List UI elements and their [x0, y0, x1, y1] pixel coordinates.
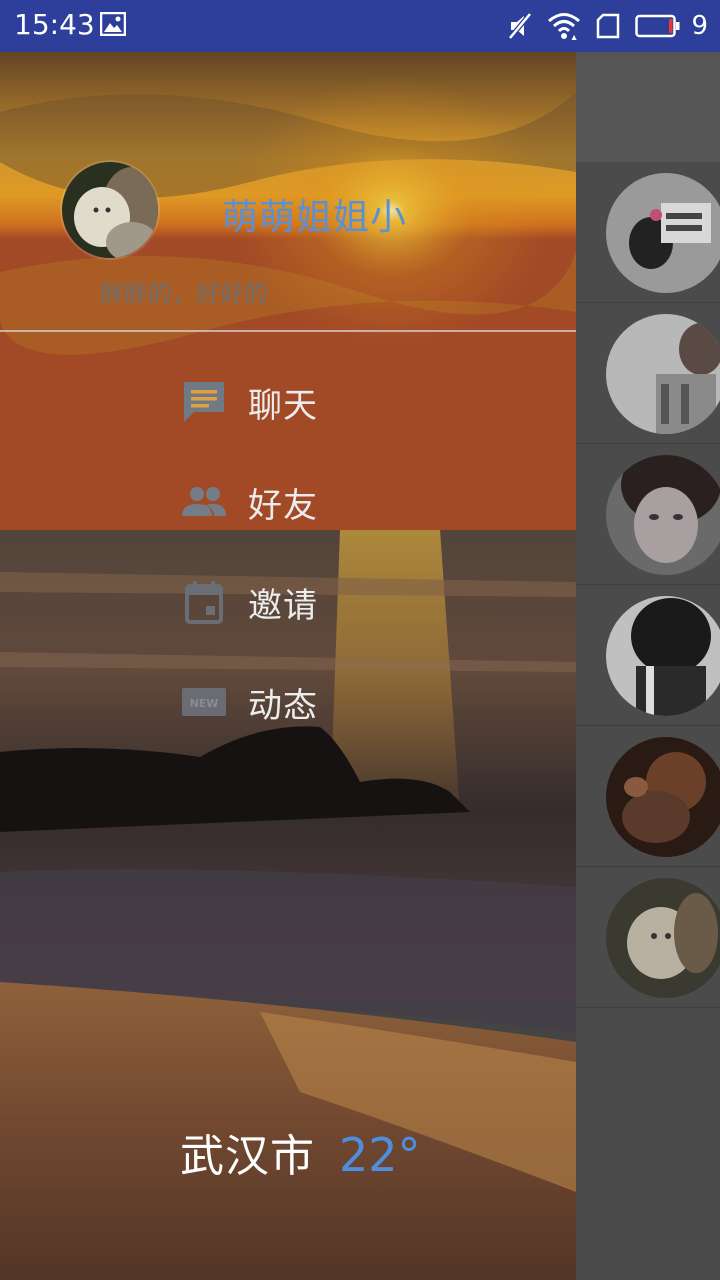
profile-avatar[interactable] — [60, 160, 160, 260]
weather-widget[interactable]: 武汉市 22° — [180, 1120, 421, 1184]
menu-item-moments[interactable]: NEW 动态 — [180, 670, 480, 770]
main-content[interactable] — [576, 52, 720, 1280]
image-notification-icon — [100, 12, 126, 36]
profile-name[interactable]: 萌萌姐姐小 — [222, 188, 407, 240]
battery-icon — [635, 14, 680, 38]
calendar-icon — [185, 581, 223, 624]
weather-temperature: 22° — [339, 1128, 421, 1182]
friend-row[interactable] — [576, 162, 720, 303]
friend-avatar[interactable] — [606, 455, 720, 575]
menu-item-chat[interactable]: 聊天 — [180, 370, 480, 470]
weather-city: 武汉市 — [180, 1131, 315, 1182]
friends-icon — [182, 487, 226, 516]
status-icons: ▲ 9 — [507, 10, 708, 42]
svg-text:▲: ▲ — [571, 33, 578, 40]
menu-label: 聊天 — [248, 386, 318, 426]
mute-icon — [508, 12, 533, 40]
menu-label: 邀请 — [248, 586, 318, 626]
svg-text:NEW: NEW — [190, 697, 219, 710]
friend-row[interactable] — [576, 585, 720, 726]
menu-item-invite[interactable]: 邀请 — [180, 570, 480, 670]
drawer-menu: 聊天 好友 邀请 NEW 动态 — [180, 370, 480, 770]
main-toolbar — [576, 52, 720, 162]
menu-item-friends[interactable]: 好友 — [180, 470, 480, 570]
chat-icon — [184, 382, 224, 422]
sim-card-icon — [597, 13, 620, 39]
friend-avatar[interactable] — [606, 737, 720, 857]
friend-avatar[interactable] — [606, 173, 720, 293]
menu-label: 好友 — [248, 486, 318, 526]
friend-row[interactable] — [576, 303, 720, 444]
friend-avatar[interactable] — [606, 596, 720, 716]
friend-row[interactable] — [576, 726, 720, 867]
navigation-drawer[interactable]: 萌萌姐姐小 胖胖的，好好的 聊天 好友 邀请 NEW 动态 武汉市 22° — [0, 52, 576, 1280]
new-icon: NEW — [182, 688, 226, 716]
friend-row[interactable] — [576, 444, 720, 585]
friend-row[interactable] — [576, 867, 720, 1008]
wifi-icon: ▲ — [548, 13, 581, 40]
battery-level: 9 — [691, 11, 708, 41]
status-bar: 15:43 ▲ 9 — [0, 0, 720, 52]
status-time: 15:43 — [14, 8, 95, 41]
divider — [0, 330, 576, 332]
profile-signature: 胖胖的，好好的 — [100, 280, 268, 308]
friend-avatar[interactable] — [606, 878, 720, 998]
menu-label: 动态 — [248, 686, 318, 726]
friend-avatar[interactable] — [606, 314, 720, 434]
